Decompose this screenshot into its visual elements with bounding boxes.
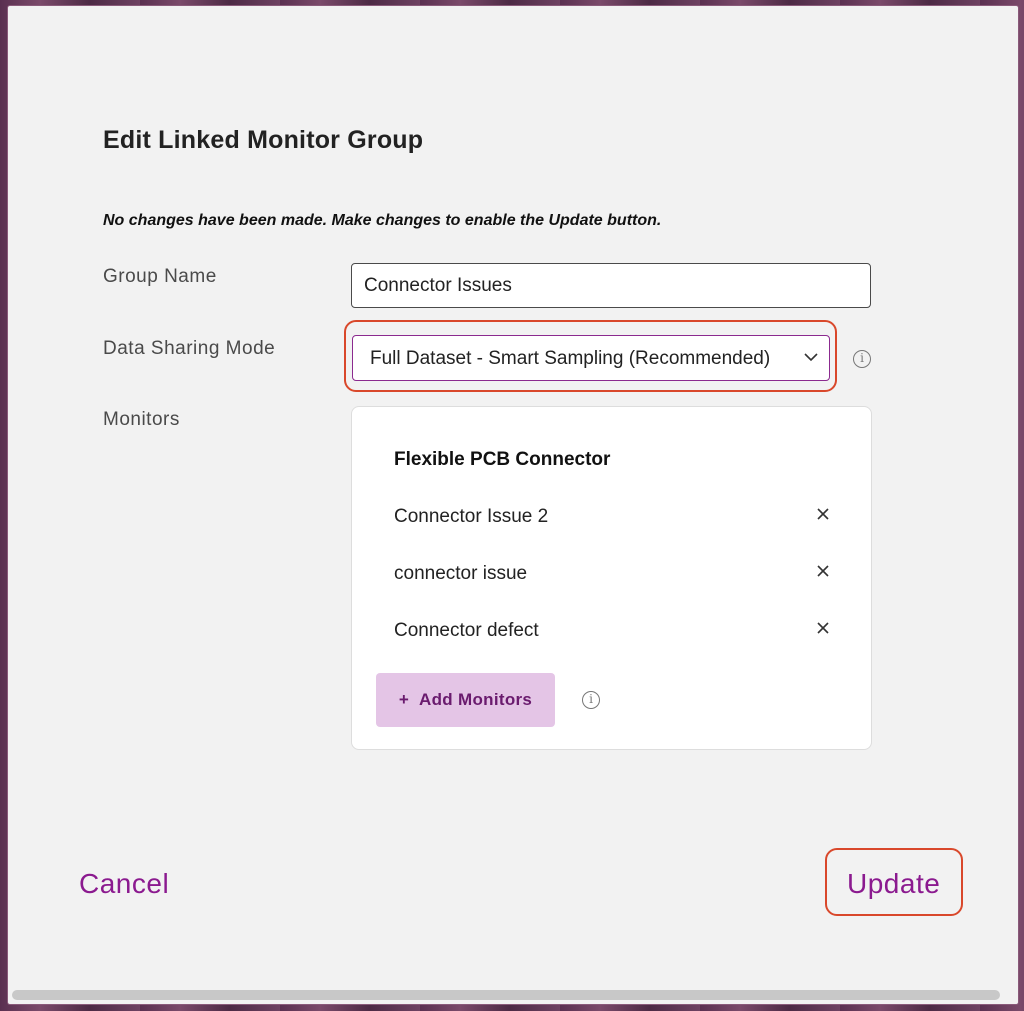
monitors-card: Flexible PCB Connector Connector Issue 2… (351, 406, 872, 750)
monitor-group-heading: Flexible PCB Connector (394, 449, 611, 470)
cancel-button[interactable]: Cancel (79, 868, 169, 900)
plus-icon: + (398, 690, 410, 709)
dialog-title: Edit Linked Monitor Group (103, 126, 424, 154)
close-icon[interactable] (812, 561, 834, 583)
monitors-label: Monitors (103, 409, 180, 430)
data-sharing-mode-label: Data Sharing Mode (103, 338, 276, 359)
data-sharing-mode-select[interactable]: Full Dataset - Smart Sampling (Recommend… (352, 335, 830, 381)
edit-group-dialog: Edit Linked Monitor Group No changes hav… (8, 6, 1018, 1004)
group-name-input[interactable] (351, 263, 871, 308)
data-sharing-mode-value: Full Dataset - Smart Sampling (Recommend… (370, 348, 771, 369)
horizontal-scrollbar[interactable] (12, 990, 1000, 1000)
monitor-row: Connector Issue 2 (394, 504, 834, 532)
close-icon[interactable] (812, 504, 834, 526)
info-icon[interactable]: i (582, 691, 600, 709)
monitor-row: connector issue (394, 561, 834, 589)
add-monitors-label: Add Monitors (419, 690, 533, 709)
add-monitors-button[interactable]: + Add Monitors (376, 673, 555, 727)
group-name-label: Group Name (103, 266, 217, 287)
no-changes-notice: No changes have been made. Make changes … (103, 212, 662, 229)
info-icon[interactable]: i (853, 350, 871, 368)
monitor-label: Connector Issue 2 (394, 506, 549, 527)
update-button[interactable]: Update (847, 868, 940, 900)
close-icon[interactable] (812, 618, 834, 640)
chevron-down-icon (803, 346, 821, 368)
monitor-row: Connector defect (394, 618, 834, 646)
monitor-label: connector issue (394, 563, 528, 584)
monitor-label: Connector defect (394, 620, 539, 641)
